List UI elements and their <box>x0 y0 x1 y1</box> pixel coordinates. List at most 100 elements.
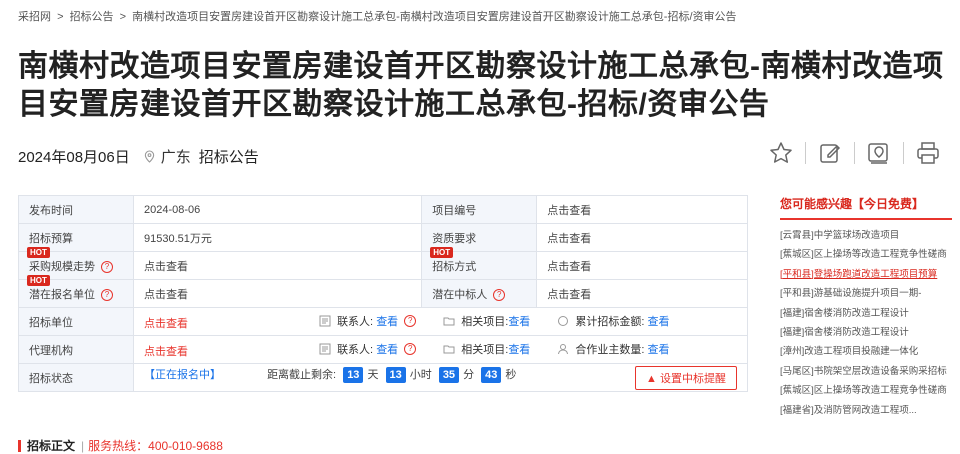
coin-icon <box>558 315 569 326</box>
related-label: 相关项目: <box>461 343 509 356</box>
related: 相关项目: 查看 <box>443 313 530 329</box>
project-no-link[interactable]: 点击查看 <box>536 195 748 224</box>
minute-unit: 分 <box>463 368 475 381</box>
remind-label: 设置中标提醒 <box>660 372 726 385</box>
hour-unit: 小时 <box>409 368 432 381</box>
related-link[interactable]: 查看 <box>508 341 530 357</box>
page-title: 南横村改造项目安置房建设首开区勘察设计施工总承包-南横村改造项目安置房建设首开区… <box>18 50 944 121</box>
toolbar <box>768 140 941 166</box>
potential-winner-link[interactable]: 点击查看 <box>536 279 748 308</box>
total-amount: 累计招标金额: 查看 <box>557 313 670 329</box>
potential-label: 潜在报名单位 <box>29 288 95 301</box>
contact-link[interactable]: 查看 <box>376 341 398 357</box>
print-icon[interactable] <box>915 140 941 166</box>
tenderer-link[interactable]: 点击查看 <box>144 315 316 331</box>
agent-label: 代理机构 <box>18 335 134 364</box>
recommend-item[interactable]: [福建]宿舍楼消防改造工程设计 <box>780 323 952 342</box>
related-link[interactable]: 查看 <box>508 313 530 329</box>
partners-label: 合作业主数量: <box>575 343 645 356</box>
total-amount-label: 累计招标金额: <box>575 315 645 328</box>
table-row: HOT 潜在报名单位? 点击查看 潜在中标人? 点击查看 <box>18 275 748 308</box>
recommend-panel: 您可能感兴趣【今日免费】 [云霄县]中学篮球场改造项目 [蕉城区]区上操场等改造… <box>780 195 952 420</box>
table-row: 招标单位 点击查看 联系人: 查看? 相关项目: 查看 累计招标金额: 查看 <box>18 307 748 336</box>
publish-time-value: 2024-08-06 <box>132 195 423 224</box>
section-header: 招标正文 | 服务热线：400-010-9688 <box>18 437 223 454</box>
pin-icon <box>144 150 154 163</box>
breadcrumb-home[interactable]: 采招网 <box>18 11 51 23</box>
contact-icon <box>319 343 331 354</box>
edit-icon[interactable] <box>817 140 843 166</box>
folder-icon <box>443 317 455 325</box>
recommend-item[interactable]: [云霄县]中学篮球场改造项目 <box>780 226 952 245</box>
contact-icon <box>319 315 331 326</box>
question-icon[interactable]: ? <box>493 288 506 301</box>
total-amount-link[interactable]: 查看 <box>648 313 670 329</box>
qualification-link[interactable]: 点击查看 <box>536 223 748 252</box>
section-title: 招标正文 <box>27 439 76 453</box>
publish-time-label: 发布时间 <box>18 195 134 224</box>
countdown-days: 13 <box>343 366 364 383</box>
contact: 联系人: 查看? <box>319 341 417 357</box>
method-cell: HOT 招标方式 <box>421 247 538 280</box>
recommend-item[interactable]: [马尾区]书院架空层改造设备采购采招标 <box>780 362 952 381</box>
question-icon[interactable]: ? <box>404 342 417 355</box>
recommend-item[interactable]: [平和县]游基础设施提升项目一期- <box>780 284 952 303</box>
countdown-minutes: 35 <box>438 366 460 383</box>
contact-label: 联系人: <box>337 315 374 328</box>
recommend-item[interactable]: [蕉城区]区上操场等改造工程竞争性磋商 <box>780 381 952 400</box>
contact-link[interactable]: 查看 <box>376 313 398 329</box>
people-icon <box>558 343 569 354</box>
potential-cell: HOT 潜在报名单位? <box>18 275 134 308</box>
related: 相关项目: 查看 <box>443 341 530 357</box>
table-row: 代理机构 点击查看 联系人: 查看? 相关项目: 查看 合作业主数量: 查看 <box>18 335 748 364</box>
hot-badge: HOT <box>430 247 454 258</box>
breadcrumb: 采招网 > 招标公告 > 南横村改造项目安置房建设首开区勘察设计施工总承包-南横… <box>18 8 740 24</box>
contact-label: 联系人: <box>337 343 374 356</box>
related-label: 相关项目: <box>461 315 509 328</box>
project-no-label: 项目编号 <box>421 195 538 224</box>
partners: 合作业主数量: 查看 <box>557 341 670 357</box>
potential-link[interactable]: 点击查看 <box>132 279 423 308</box>
toolbar-divider <box>903 142 904 164</box>
recommend-item[interactable]: [福建省]及消防管网改造工程项... <box>780 401 952 420</box>
status-badge: 【正在报名中】 <box>144 368 221 381</box>
second-unit: 秒 <box>505 368 517 381</box>
location: 广东 <box>144 146 191 167</box>
folder-icon <box>443 345 455 353</box>
question-icon[interactable]: ? <box>101 260 113 273</box>
countdown-label: 距离截止剩余: <box>267 368 337 381</box>
recommend-item[interactable]: [福建]宿舍楼消防改造工程设计 <box>780 304 952 323</box>
bell-icon: ▲ <box>646 372 657 385</box>
countdown-hours: 13 <box>385 366 406 383</box>
potential-winner-label: 潜在中标人 <box>432 288 488 301</box>
breadcrumb-category[interactable]: 招标公告 <box>70 11 114 23</box>
question-icon[interactable]: ? <box>404 314 417 327</box>
set-reminder-button[interactable]: ▲ 设置中标提醒 <box>635 365 737 390</box>
location-icon[interactable] <box>866 140 892 166</box>
publish-date: 2024年08月06日 <box>18 149 130 166</box>
budget-value: 91530.51万元 <box>132 223 423 252</box>
partners-link[interactable]: 查看 <box>648 341 670 357</box>
agent-link[interactable]: 点击查看 <box>144 343 316 359</box>
service-hotline: 服务热线：400-010-9688 <box>88 439 223 453</box>
meta-row: 2024年08月06日 广东 招标公告 <box>18 146 259 167</box>
toolbar-divider <box>854 142 855 164</box>
method-label: 招标方式 <box>432 260 477 273</box>
potential-winner-cell: 潜在中标人? <box>421 279 538 308</box>
recommend-heading: 您可能感兴趣【今日免费】 <box>780 195 952 220</box>
recommend-item[interactable]: [漳州]改造工程项目投融建一体化 <box>780 342 952 361</box>
recommend-item[interactable]: [蕉城区]区上操场等改造工程竞争性磋商 <box>780 245 952 264</box>
recommend-item[interactable]: [平和县]登操场跑道改造工程项目预算 <box>780 265 952 284</box>
star-icon[interactable] <box>768 140 794 166</box>
info-table: 发布时间 2024-08-06 项目编号 点击查看 招标预算 91530.51万… <box>18 195 748 392</box>
question-icon[interactable]: ? <box>101 288 113 301</box>
contact: 联系人: 查看? <box>319 313 417 329</box>
agent-cell: 点击查看 联系人: 查看? 相关项目: 查看 合作业主数量: 查看 <box>133 335 748 364</box>
hot-badge: HOT <box>27 247 50 258</box>
trend-link[interactable]: 点击查看 <box>132 251 423 280</box>
tenderer-cell: 点击查看 联系人: 查看? 相关项目: 查看 累计招标金额: 查看 <box>133 307 748 336</box>
countdown-seconds: 43 <box>481 366 502 383</box>
table-row: 招标状态 【正在报名中】 距离截止剩余: 13 天 13 小时 35 分 43 秒 ▲ … <box>18 363 748 392</box>
method-link[interactable]: 点击查看 <box>536 251 748 280</box>
trend-label: 采购规模走势 <box>29 260 95 273</box>
